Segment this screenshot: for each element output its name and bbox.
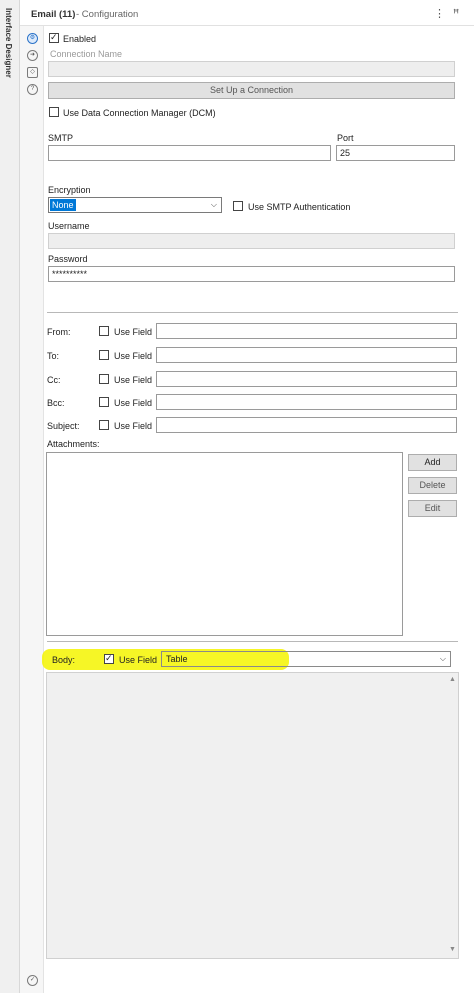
scroll-up-icon[interactable]: ▲ <box>449 676 456 683</box>
section-divider <box>47 641 458 642</box>
dcm-label: Use Data Connection Manager (DCM) <box>63 108 216 118</box>
smtp-input[interactable] <box>48 145 331 161</box>
smtp-auth-label: Use SMTP Authentication <box>248 202 351 212</box>
config-icon-column <box>20 26 44 993</box>
body-text-area[interactable] <box>46 672 459 959</box>
port-input[interactable]: 25 <box>336 145 455 161</box>
password-input[interactable]: ********** <box>48 266 455 282</box>
interface-designer-tab[interactable]: Interface Designer <box>4 8 13 78</box>
username-input[interactable] <box>48 233 455 249</box>
body-use-field-label: Use Field <box>119 655 158 665</box>
subject-input[interactable] <box>156 417 457 433</box>
panel-title: Email (11) <box>31 9 76 20</box>
arrow-circle-icon[interactable]: ➜ <box>27 50 38 61</box>
left-rail <box>0 0 20 993</box>
pin-icon[interactable]: ꟸ <box>453 7 459 20</box>
from-input[interactable] <box>156 323 457 339</box>
to-use-field-checkbox[interactable] <box>99 350 109 360</box>
check-circle-icon[interactable]: ✓ <box>27 975 38 986</box>
cc-use-field-checkbox[interactable] <box>99 374 109 384</box>
section-divider <box>47 312 458 313</box>
encryption-label: Encryption <box>48 185 91 195</box>
port-label: Port <box>337 133 354 143</box>
from-use-field-checkbox[interactable] <box>99 326 109 336</box>
bcc-input[interactable] <box>156 394 457 410</box>
delete-attachment-button[interactable]: Delete <box>408 477 457 494</box>
edit-attachment-button[interactable]: Edit <box>408 500 457 517</box>
gear-icon[interactable]: ⚙ <box>27 33 38 44</box>
cc-use-field-label: Use Field <box>114 375 153 385</box>
cc-input[interactable] <box>156 371 457 387</box>
subject-use-field-label: Use Field <box>114 421 153 431</box>
to-use-field-label: Use Field <box>114 351 153 361</box>
encryption-selected-value: None <box>50 199 76 211</box>
more-options-icon[interactable]: ⋮ <box>434 7 445 20</box>
password-label: Password <box>48 254 88 264</box>
smtp-auth-checkbox[interactable] <box>233 201 243 211</box>
to-input[interactable] <box>156 347 457 363</box>
body-field-select[interactable]: Table ⌵ <box>161 651 451 667</box>
subject-label: Subject: <box>47 421 80 431</box>
body-use-field-checkbox[interactable] <box>104 653 114 664</box>
subject-use-field-checkbox[interactable] <box>99 420 109 430</box>
body-label: Body: <box>52 655 76 665</box>
from-use-field-label: Use Field <box>114 327 153 337</box>
panel-subtitle: - Configuration <box>76 9 139 20</box>
scroll-down-icon[interactable]: ▼ <box>449 946 456 953</box>
connection-name-input[interactable] <box>48 61 455 77</box>
add-attachment-button[interactable]: Add <box>408 454 457 471</box>
bcc-use-field-checkbox[interactable] <box>99 397 109 407</box>
attachments-label: Attachments: <box>47 439 100 449</box>
attachments-list[interactable] <box>46 452 403 636</box>
set-up-connection-button[interactable]: Set Up a Connection <box>48 82 455 99</box>
enabled-label: Enabled <box>63 34 97 44</box>
tag-icon[interactable]: ◇ <box>27 67 38 78</box>
bcc-label: Bcc: <box>47 398 65 408</box>
chevron-down-icon[interactable]: ⌵ <box>211 200 217 210</box>
to-label: To: <box>47 351 60 361</box>
help-icon[interactable]: ? <box>27 84 38 95</box>
encryption-select[interactable]: None ⌵ <box>48 197 222 213</box>
dcm-checkbox[interactable] <box>49 107 59 117</box>
connection-name-label: Connection Name <box>50 49 123 59</box>
body-selected-value: Table <box>166 654 188 664</box>
cc-label: Cc: <box>47 375 61 385</box>
bcc-use-field-label: Use Field <box>114 398 153 408</box>
smtp-label: SMTP <box>48 133 74 143</box>
chevron-down-icon[interactable]: ⌵ <box>440 654 446 664</box>
enabled-checkbox[interactable] <box>49 32 59 43</box>
username-label: Username <box>48 221 90 231</box>
from-label: From: <box>47 327 71 337</box>
